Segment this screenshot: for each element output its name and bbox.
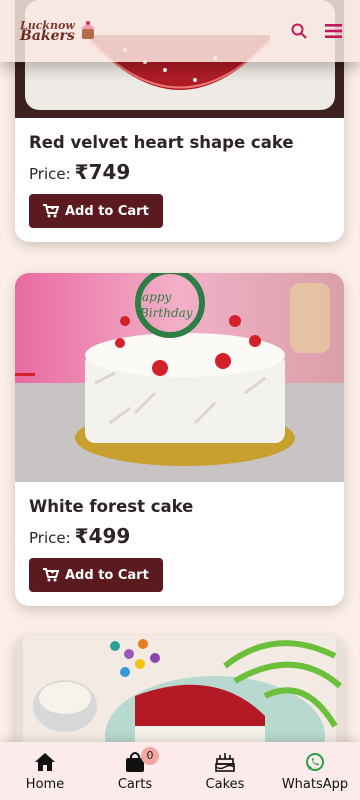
nav-carts[interactable]: 0 Carts — [95, 746, 175, 792]
add-to-cart-button[interactable]: Add to Cart — [29, 558, 163, 592]
nav-home-label: Home — [25, 776, 65, 792]
topper-text: appy — [142, 290, 172, 304]
search-icon[interactable] — [291, 23, 307, 39]
cart-icon — [43, 568, 59, 582]
brand-logo[interactable]: Lucknow Bakers — [20, 19, 99, 43]
nav-whatsapp[interactable]: WhatsApp — [275, 751, 355, 792]
menu-icon[interactable] — [325, 24, 342, 38]
product-title[interactable]: White forest cake — [29, 496, 330, 518]
add-to-cart-button[interactable]: Add to Cart — [29, 194, 163, 228]
nav-cakes-label: Cakes — [205, 776, 245, 792]
logo-line2: Bakers — [20, 28, 75, 44]
price-label: Price: — [29, 529, 71, 547]
add-to-cart-label: Add to Cart — [65, 203, 149, 219]
price-label: Price: — [29, 165, 71, 183]
price-row: Price: ₹499 — [29, 524, 330, 548]
product-card: appy Birthday White forest cake Price: ₹… — [15, 273, 344, 606]
price-value: ₹749 — [74, 160, 131, 184]
price-value: ₹499 — [74, 524, 131, 548]
cart-count-badge: 0 — [141, 746, 159, 765]
nav-carts-label: Carts — [117, 776, 153, 792]
add-to-cart-label: Add to Cart — [65, 567, 149, 583]
bottom-navigation: Home 0 Carts Cakes WhatsApp — [0, 742, 360, 800]
logo-text: Lucknow Bakers — [20, 20, 75, 44]
nav-cakes[interactable]: Cakes — [185, 751, 265, 792]
price-row: Price: ₹749 — [29, 160, 330, 184]
product-image-white-forest-cake[interactable]: appy Birthday — [15, 273, 344, 482]
cupcake-logo-icon — [80, 21, 95, 39]
nav-home[interactable]: Home — [5, 751, 85, 792]
home-icon — [35, 752, 55, 771]
svg-text:Birthday: Birthday — [139, 306, 193, 320]
cart-icon — [43, 204, 59, 218]
product-title[interactable]: Red velvet heart shape cake — [29, 132, 330, 154]
cake-icon — [215, 752, 235, 772]
whatsapp-icon — [306, 752, 324, 771]
nav-whatsapp-label: WhatsApp — [281, 776, 349, 792]
app-header: Lucknow Bakers — [0, 0, 360, 62]
